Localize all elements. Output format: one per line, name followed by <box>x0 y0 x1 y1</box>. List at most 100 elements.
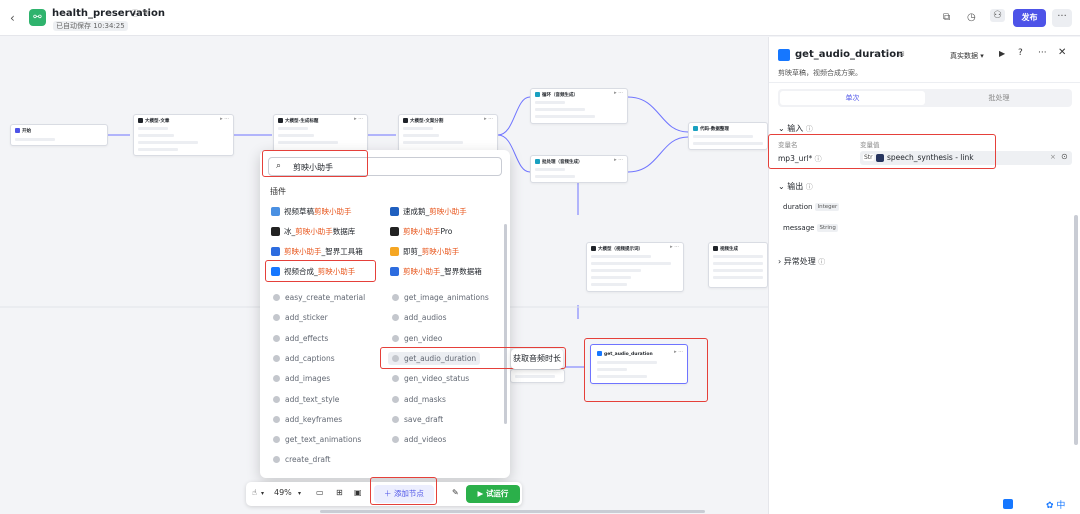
plugin-item[interactable]: 即剪_剪映小助手 <box>390 246 459 257</box>
debug-icon[interactable]: ✎ <box>452 488 459 497</box>
comment-icon[interactable]: ▭ <box>316 488 324 497</box>
more-button[interactable]: ··· <box>1052 9 1072 27</box>
node-batch-audio[interactable]: 批处理（音频生成） ▸ ··· <box>530 155 628 183</box>
node-fragment[interactable] <box>510 369 565 383</box>
tool-item[interactable]: add_masks <box>392 395 446 404</box>
panel-title: get_audio_duration <box>795 49 904 60</box>
plugin-name-post: 数据库 <box>332 227 356 236</box>
tool-icon <box>392 415 399 423</box>
paw-icon: ✿ <box>1046 501 1054 511</box>
tool-name: gen_video <box>404 333 443 343</box>
tool-item[interactable]: get_image_animations <box>392 293 489 302</box>
plugin-name-pre: 冰_ <box>284 227 296 236</box>
tool-item[interactable]: add_effects <box>273 334 328 343</box>
node-loop-audio[interactable]: 循环（音频生成） ▸ ··· <box>530 88 628 124</box>
tool-item[interactable]: add_captions <box>273 354 335 363</box>
plugin-name-pre: 即剪_ <box>403 247 422 256</box>
panel-divider <box>769 82 1080 83</box>
highlight-audio-duration-node <box>584 338 708 402</box>
tool-item[interactable]: add_images <box>273 374 330 383</box>
copy-icon[interactable]: ⧉ <box>943 12 950 23</box>
popup-scrollbar[interactable] <box>504 224 507 424</box>
info-icon[interactable]: ⓘ <box>818 258 825 266</box>
plugin-name-post: _智界工具箱 <box>321 247 363 256</box>
plugin-name-post: Pro <box>440 227 453 236</box>
clear-icon[interactable]: × <box>1050 153 1056 161</box>
settings-icon[interactable]: ⊙ <box>1061 152 1068 161</box>
run-node-icon[interactable]: ▶ <box>999 49 1005 58</box>
highlight-search <box>262 150 368 177</box>
node-video-gen[interactable]: 视频生成 <box>708 242 768 288</box>
tool-icon <box>392 395 399 403</box>
data-source-select[interactable]: 真实数据 ▾ <box>950 51 984 61</box>
plugin-item[interactable]: 剪映小助手_智界工具箱 <box>271 246 363 257</box>
highlight-input <box>768 134 996 169</box>
tool-item[interactable]: gen_video_status <box>392 374 469 383</box>
plugin-name-hl: 剪映小助手 <box>403 267 441 276</box>
chevron-down-icon: ⌄ <box>778 182 785 191</box>
plugin-name-pre: 速成鹅_ <box>403 207 430 216</box>
input-section[interactable]: ⌄ 输入 ⓘ <box>778 123 813 134</box>
top-bar: ‹ ⚯ health_preservation ⓘ ✎ 已自动保存 10:34:… <box>0 0 1080 36</box>
ime-indicator[interactable]: ✿ 中 <box>1046 498 1080 514</box>
plugin-item[interactable]: 视频草稿剪映小助手 <box>271 206 352 217</box>
tool-item[interactable]: gen_video <box>392 334 442 343</box>
plugin-item[interactable]: 速成鹅_剪映小助手 <box>390 206 467 217</box>
close-icon[interactable]: ✕ <box>1058 47 1066 58</box>
history-icon[interactable]: ◷ <box>967 12 976 23</box>
tool-name: add_keyframes <box>285 414 343 424</box>
back-icon[interactable]: ‹ <box>10 11 15 25</box>
tool-item[interactable]: easy_create_material <box>273 293 365 302</box>
tool-item[interactable]: add_keyframes <box>273 415 342 424</box>
zoom-chevron-icon[interactable]: ▾ <box>298 490 301 497</box>
info-icon[interactable]: ⓘ <box>806 183 813 191</box>
panel-more-icon[interactable]: ··· <box>1038 48 1047 58</box>
canvas-hscrollbar[interactable] <box>320 510 705 513</box>
node-start[interactable]: 开始 <box>10 124 108 146</box>
tool-name: add_effects <box>285 333 329 343</box>
tool-icon <box>273 375 280 383</box>
exception-section[interactable]: › 异常处理 ⓘ <box>778 256 825 267</box>
grid-icon[interactable]: ⊞ <box>336 488 343 497</box>
tool-item[interactable]: get_text_animations <box>273 435 361 444</box>
pointer-icon[interactable]: ☝ <box>252 488 257 497</box>
chevron-right-icon: › <box>778 257 782 266</box>
tool-item[interactable]: add_sticker <box>273 313 328 322</box>
node-code-data[interactable]: 代码-数据整理 <box>688 122 768 150</box>
tool-item[interactable]: add_text_style <box>273 395 339 404</box>
tool-icon <box>273 334 280 342</box>
collaborators-icon[interactable]: ⚇ <box>990 9 1005 22</box>
info-icon[interactable]: ⓘ <box>806 125 813 133</box>
panel-scrollbar[interactable] <box>1074 215 1078 445</box>
chevron-down-icon[interactable]: ▾ <box>261 490 264 497</box>
edit-icon[interactable]: ✎ <box>142 8 149 17</box>
app-icon[interactable] <box>1003 499 1013 509</box>
help-icon[interactable]: ? <box>1018 48 1023 58</box>
tab-batch[interactable]: 批处理 <box>928 91 1070 105</box>
tool-name: save_draft <box>404 414 444 424</box>
tool-icon <box>392 375 399 383</box>
tool-item[interactable]: create_draft <box>273 455 330 464</box>
tool-name: add_videos <box>404 435 447 445</box>
tool-name: add_masks <box>404 394 446 404</box>
plugin-item[interactable]: 剪映小助手Pro <box>390 226 452 237</box>
test-run-button[interactable]: ▶ 试运行 <box>466 485 520 503</box>
plugin-item[interactable]: 冰_剪映小助手数据库 <box>271 226 355 237</box>
plugin-name-hl: 剪映小助手 <box>421 247 460 256</box>
node-llm-video-prompt[interactable]: 大模型（视频提示词） ▸ ··· <box>586 242 684 292</box>
zoom-level[interactable]: 49% <box>274 488 292 497</box>
plugin-name-hl: 剪映小助手 <box>284 247 322 256</box>
plugin-item[interactable]: 剪映小助手_智界数据箱 <box>390 266 482 277</box>
tool-item[interactable]: add_videos <box>392 435 446 444</box>
tool-item[interactable]: add_audios <box>392 313 447 322</box>
minimap-icon[interactable]: ▣ <box>354 488 362 497</box>
info-icon[interactable]: ⓘ <box>131 8 139 19</box>
tool-item[interactable]: save_draft <box>392 415 443 424</box>
panel-doc-icon[interactable]: ⊟ <box>899 50 905 58</box>
publish-button[interactable]: 发布 <box>1013 9 1046 27</box>
output-section[interactable]: ⌄ 输出 ⓘ <box>778 181 813 192</box>
node-llm-article[interactable]: 大模型-文章 ▸ ··· <box>133 114 234 156</box>
tool-name: create_draft <box>285 455 331 465</box>
tool-icon <box>273 415 280 423</box>
tab-single[interactable]: 单次 <box>780 91 925 105</box>
